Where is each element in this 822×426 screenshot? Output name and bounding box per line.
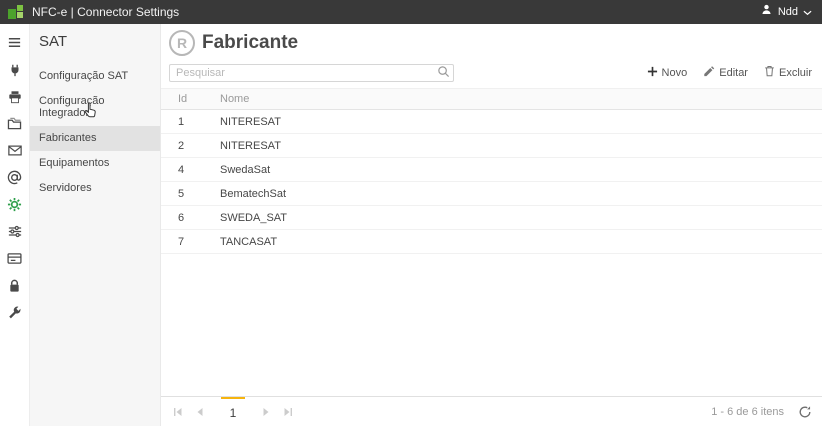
sidebar-item[interactable]: Fabricantes xyxy=(30,126,160,151)
main-panel: R Fabricante xyxy=(160,24,822,426)
sidebar-item[interactable]: Servidores xyxy=(30,176,160,201)
user-menu[interactable]: Ndd xyxy=(760,3,812,21)
cell-id[interactable]: 7 xyxy=(161,230,211,254)
cell-id[interactable]: 4 xyxy=(161,158,211,182)
ndd-logo-icon xyxy=(8,4,24,20)
pager-info: 1 - 6 de 6 itens xyxy=(711,406,784,418)
trash-icon xyxy=(764,65,775,80)
table-row[interactable]: 6 SWEDA_SAT xyxy=(161,206,822,230)
first-page-button[interactable] xyxy=(167,397,189,426)
table-body: 1 NITERESAT 2 NITERESAT 4 SwedaSat xyxy=(161,110,822,254)
folders-icon[interactable] xyxy=(0,110,30,137)
cell-id[interactable]: 6 xyxy=(161,206,211,230)
prev-page-button[interactable] xyxy=(189,397,211,426)
wrench-icon[interactable] xyxy=(0,299,30,326)
sidebar-title: SAT xyxy=(30,24,160,64)
delete-button-label: Excluir xyxy=(779,67,812,79)
sidebar: SAT Configuração SAT Configuração Integr… xyxy=(30,24,160,426)
search-box xyxy=(169,63,454,82)
chevron-down-icon xyxy=(803,3,812,21)
last-page-button[interactable] xyxy=(277,397,299,426)
search-icon[interactable] xyxy=(437,65,450,83)
sidebar-item-label: Fabricantes xyxy=(39,132,96,144)
action-buttons: Novo Editar Excl xyxy=(647,65,812,80)
plug-icon[interactable] xyxy=(0,56,30,83)
search-input[interactable] xyxy=(169,64,454,82)
product-logo-icon: R xyxy=(169,30,195,56)
page-title: Fabricante xyxy=(202,32,298,54)
cell-nome[interactable]: SWEDA_SAT xyxy=(211,206,822,230)
lock-icon[interactable] xyxy=(0,272,30,299)
next-page-button[interactable] xyxy=(255,397,277,426)
sidebar-item[interactable]: Equipamentos xyxy=(30,151,160,176)
cell-nome[interactable]: TANCASAT xyxy=(211,230,822,254)
table-row[interactable]: 5 BematechSat xyxy=(161,182,822,206)
new-button-label: Novo xyxy=(662,67,688,79)
edit-button-label: Editar xyxy=(719,67,748,79)
card-icon[interactable] xyxy=(0,245,30,272)
cell-id[interactable]: 1 xyxy=(161,110,211,134)
edit-button[interactable]: Editar xyxy=(703,65,748,80)
table-row[interactable]: 4 SwedaSat xyxy=(161,158,822,182)
pager-right: 1 - 6 de 6 itens xyxy=(711,397,812,426)
printer-icon[interactable] xyxy=(0,83,30,110)
column-header-nome[interactable]: Nome xyxy=(211,89,822,110)
column-header-id[interactable]: Id xyxy=(161,89,211,110)
data-grid: Id Nome 1 NITERESAT 2 xyxy=(161,88,822,396)
cell-nome[interactable]: SwedaSat xyxy=(211,158,822,182)
delete-button[interactable]: Excluir xyxy=(764,65,812,80)
pager: 1 1 - 6 de 6 itens xyxy=(161,396,822,426)
sidebar-item[interactable]: Configuração SAT xyxy=(30,64,160,89)
page-header: R Fabricante xyxy=(161,24,822,59)
at-sign-icon[interactable] xyxy=(0,164,30,191)
cell-nome[interactable]: NITERESAT xyxy=(211,110,822,134)
table-row[interactable]: 7 TANCASAT xyxy=(161,230,822,254)
sidebar-item-label: Equipamentos xyxy=(39,157,109,169)
cell-id[interactable]: 2 xyxy=(161,134,211,158)
sliders-icon[interactable] xyxy=(0,218,30,245)
sidebar-item-label: Configuração SAT xyxy=(39,70,128,82)
pencil-icon xyxy=(703,65,715,80)
table-header: Id Nome xyxy=(161,89,822,110)
plus-icon xyxy=(647,66,658,80)
menu-icon[interactable] xyxy=(0,29,30,56)
app-title: NFC-e | Connector Settings xyxy=(32,5,179,19)
topbar: NFC-e | Connector Settings Ndd xyxy=(0,0,822,24)
new-button[interactable]: Novo xyxy=(647,66,688,80)
sidebar-items: Configuração SAT Configuração Integrador… xyxy=(30,64,160,201)
app-body: SAT Configuração SAT Configuração Integr… xyxy=(0,24,822,426)
table-row[interactable]: 1 NITERESAT xyxy=(161,110,822,134)
grid-toolbar: Novo Editar Excl xyxy=(161,59,822,88)
gear-icon[interactable] xyxy=(0,191,30,218)
user-name: Ndd xyxy=(778,6,798,18)
user-icon xyxy=(760,3,773,21)
cell-id[interactable]: 5 xyxy=(161,182,211,206)
sidebar-item-label: Configuração Integrador xyxy=(39,95,104,119)
cell-nome[interactable]: BematechSat xyxy=(211,182,822,206)
cell-nome[interactable]: NITERESAT xyxy=(211,134,822,158)
page-number-current[interactable]: 1 xyxy=(221,397,245,426)
sidebar-item-label: Servidores xyxy=(39,182,92,194)
icon-rail xyxy=(0,24,30,426)
sidebar-item[interactable]: Configuração Integrador xyxy=(30,89,160,126)
app-window: NFC-e | Connector Settings Ndd xyxy=(0,0,822,426)
table-row[interactable]: 2 NITERESAT xyxy=(161,134,822,158)
refresh-icon[interactable] xyxy=(798,405,812,419)
mail-icon[interactable] xyxy=(0,137,30,164)
